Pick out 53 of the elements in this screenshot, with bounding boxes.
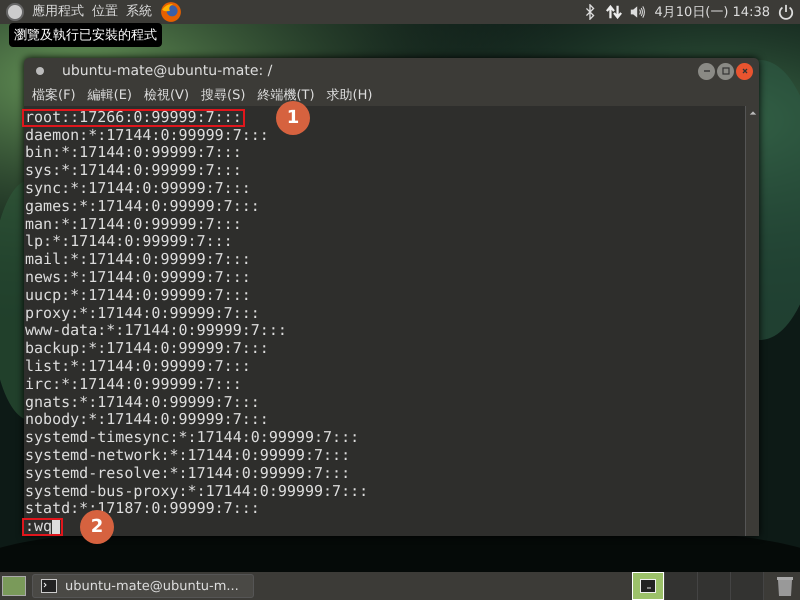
- scroll-up-icon[interactable]: [748, 110, 756, 116]
- terminal-icon: [41, 579, 57, 593]
- window-thumbnail-icon: [640, 579, 656, 593]
- maximize-icon: [720, 66, 730, 76]
- terminal-line: systemd-network:*:17144:0:99999:7:::: [24, 447, 352, 465]
- minimize-button[interactable]: [698, 62, 715, 80]
- workspace-switcher[interactable]: [632, 572, 665, 600]
- terminal-line: man:*:17144:0:99999:7:::: [24, 216, 243, 234]
- terminal-line: mail:*:17144:0:99999:7:::: [24, 251, 252, 270]
- menu-item[interactable]: 搜尋(S): [201, 86, 246, 104]
- clock[interactable]: 4月10日(一) 14:38: [654, 3, 770, 21]
- workspace-switcher[interactable]: [698, 572, 731, 600]
- terminal-line: proxy:*:17144:0:99999:7:::: [24, 304, 261, 322]
- menu-item[interactable]: 編輯(E): [88, 86, 132, 104]
- power-icon[interactable]: [778, 4, 794, 20]
- terminal-line: bin:*:17144:0:99999:7:::: [24, 144, 243, 162]
- terminal-line: nobody:*:17144:0:99999:7:::: [24, 411, 270, 430]
- close-button[interactable]: [736, 62, 753, 80]
- network-icon[interactable]: [606, 4, 622, 20]
- terminal-line: systemd-bus-proxy:*:17144:0:99999:7:::: [24, 482, 370, 500]
- workspace-switcher[interactable]: [665, 572, 698, 600]
- terminal-line: sync:*:17144:0:99999:7:::: [24, 180, 252, 198]
- terminal-line: backup:*:17144:0:99999:7:::: [24, 340, 270, 358]
- terminal-line: systemd-resolve:*:17144:0:99999:7:::: [24, 464, 352, 483]
- browser-icon[interactable]: [160, 1, 182, 23]
- terminal-line: list:*:17144:0:99999:7:::: [24, 358, 252, 376]
- terminal-line: news:*:17144:0:99999:7:::: [24, 269, 252, 287]
- menu-item[interactable]: 求助(H): [326, 86, 372, 104]
- terminal-line: uucp:*:17144:0:99999:7:::: [24, 286, 252, 305]
- workspace-switcher[interactable]: [731, 572, 764, 600]
- terminal-line: systemd-timesync:*:17144:0:99999:7:::: [24, 429, 360, 448]
- terminal-line: sys:*:17144:0:99999:7:::: [24, 162, 243, 180]
- scrollbar[interactable]: [745, 106, 759, 536]
- terminal-line: irc:*:17144:0:99999:7:::: [24, 376, 243, 394]
- panel-menu[interactable]: 應用程式: [32, 5, 84, 19]
- window-title: ubuntu-mate@ubuntu-mate: /: [62, 63, 272, 80]
- terminal-line: lp:*:17144:0:99999:7:::: [24, 233, 234, 252]
- taskbar-button[interactable]: ubuntu-mate@ubuntu-m...: [32, 574, 254, 598]
- menu-item[interactable]: 檔案(F): [32, 86, 76, 104]
- terminal-line: games:*:17144:0:99999:7:::: [24, 198, 261, 216]
- callout-badge: 1: [276, 100, 310, 135]
- maximize-button[interactable]: [717, 62, 734, 80]
- tooltip: 瀏覽及執行已安裝的程式: [9, 23, 162, 47]
- volume-icon[interactable]: [630, 4, 646, 20]
- panel-menu[interactable]: 系統: [126, 5, 152, 19]
- menu-item[interactable]: 檢視(V): [144, 86, 190, 104]
- terminal-line: daemon:*:17144:0:99999:7:::: [24, 126, 270, 144]
- terminal-line: www-data:*:17144:0:99999:7:::: [24, 322, 288, 340]
- panel-menu[interactable]: 位置: [92, 5, 118, 19]
- trash-icon[interactable]: [776, 575, 794, 597]
- logo-icon[interactable]: [6, 3, 24, 21]
- window-menu-icon[interactable]: [36, 67, 44, 76]
- terminal-line: gnats:*:17144:0:99999:7:::: [24, 394, 261, 412]
